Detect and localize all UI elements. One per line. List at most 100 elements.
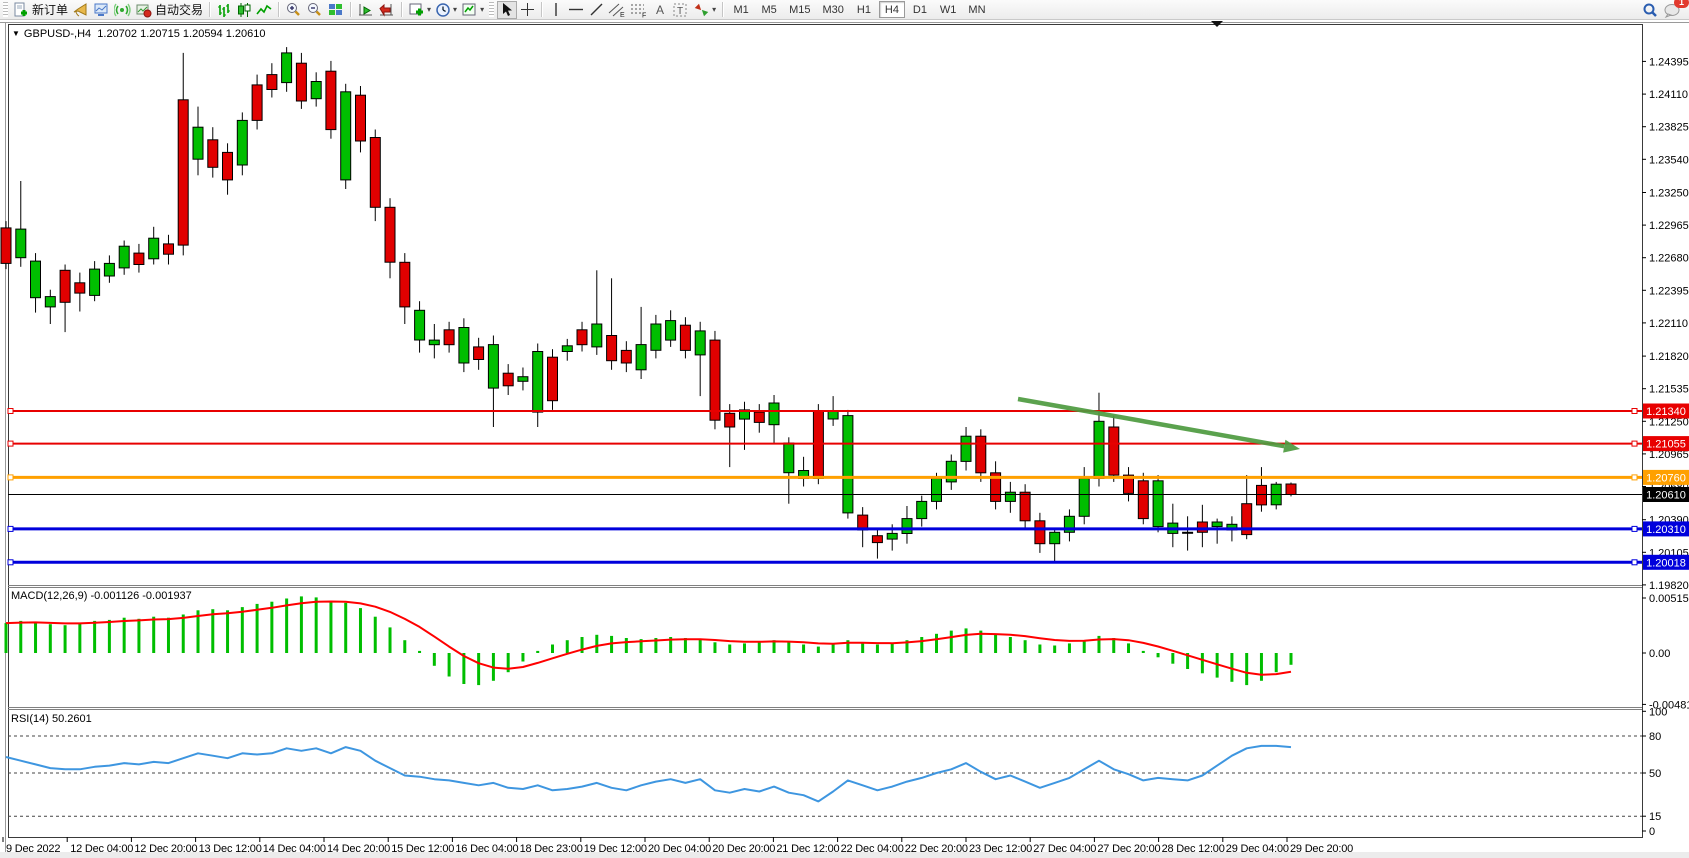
add-indicator-button[interactable]: ▾ [406, 1, 433, 19]
line-mode-button[interactable] [254, 1, 274, 19]
chart-template-button[interactable]: ▾ [459, 1, 486, 19]
chart-window-button[interactable] [91, 1, 112, 19]
svg-text:12 Dec 20:00: 12 Dec 20:00 [134, 843, 197, 855]
chart-canvas[interactable]: 1.243951.241101.238251.235401.232501.229… [0, 20, 1689, 858]
svg-text:20 Dec 20:00: 20 Dec 20:00 [712, 843, 775, 855]
svg-text:1.21055: 1.21055 [1646, 439, 1686, 451]
svg-text:18 Dec 23:00: 18 Dec 23:00 [520, 843, 583, 855]
text-icon: A [653, 2, 668, 17]
svg-text:19 Dec 12:00: 19 Dec 12:00 [584, 843, 647, 855]
horizontal-line-tool-button[interactable] [566, 1, 586, 19]
new-order-icon [13, 2, 29, 18]
arrows-tool-caret-icon: ▾ [712, 5, 716, 14]
autotrading-button[interactable]: 自动交易 [133, 1, 205, 19]
svg-text:16 Dec 04:00: 16 Dec 04:00 [455, 843, 518, 855]
svg-text:F: F [642, 12, 646, 18]
svg-text:12 Dec 04:00: 12 Dec 04:00 [70, 843, 133, 855]
svg-text:15 Dec 12:00: 15 Dec 12:00 [391, 843, 454, 855]
svg-text:22 Dec 20:00: 22 Dec 20:00 [905, 843, 968, 855]
cursor-tool-button[interactable] [497, 1, 517, 19]
svg-text:13 Dec 12:00: 13 Dec 12:00 [199, 843, 262, 855]
svg-text:14 Dec 20:00: 14 Dec 20:00 [327, 843, 390, 855]
svg-text:0: 0 [1649, 826, 1655, 838]
rsi-indicator-label: RSI(14) 50.2601 [11, 713, 92, 725]
svg-text:A: A [656, 3, 664, 17]
macd-indicator-label: MACD(12,26,9) -0.001126 -0.001937 [11, 590, 192, 602]
add-indicator-icon [408, 2, 425, 18]
chart-title-text: GBPUSD-,H4 1.20702 1.20715 1.20594 1.206… [24, 28, 266, 40]
text-label-icon: T [672, 2, 689, 18]
cursor-icon [500, 2, 514, 17]
trendline-tool-button[interactable] [586, 1, 606, 19]
timeframe-d1-button[interactable]: D1 [907, 1, 933, 18]
new-order-button[interactable]: 新订单 [11, 1, 70, 19]
new-order-label: 新订单 [32, 1, 68, 18]
autotrading-icon [135, 2, 152, 18]
svg-text:E: E [620, 12, 625, 18]
fibonacci-tool-button[interactable]: F [628, 1, 650, 19]
signal-icon [114, 2, 131, 18]
signal-button[interactable] [112, 1, 133, 19]
candle-mode-icon [236, 2, 252, 18]
svg-text:1.23540: 1.23540 [1649, 154, 1689, 166]
svg-text:1.20018: 1.20018 [1646, 557, 1686, 569]
chart-template-caret-icon: ▾ [480, 5, 484, 14]
auto-scroll-button[interactable] [355, 1, 376, 19]
chat-button[interactable]: 1 [1661, 1, 1683, 19]
horn-alert-button[interactable] [70, 1, 91, 19]
timeframe-h4-button[interactable]: H4 [879, 1, 905, 18]
svg-text:1.20310: 1.20310 [1646, 524, 1686, 536]
text-tool-button[interactable]: A [650, 1, 670, 19]
period-clock-button[interactable]: ▾ [433, 1, 459, 19]
svg-text:1.22110: 1.22110 [1649, 318, 1688, 330]
svg-text:T: T [677, 6, 683, 17]
zoom-out-button[interactable] [304, 1, 325, 19]
symbol-dropdown-icon[interactable]: ▼ [12, 29, 20, 38]
horizontal-line-icon [568, 2, 584, 17]
chart-window: 1.243951.241101.238251.235401.232501.229… [0, 20, 1689, 858]
svg-text:80: 80 [1649, 731, 1661, 743]
period-clock-caret-icon: ▾ [453, 5, 457, 14]
chart-window-icon [93, 2, 110, 18]
horn-alert-icon [72, 2, 89, 18]
chart-shift-button[interactable] [376, 1, 397, 19]
text-label-tool-button[interactable]: T [670, 1, 691, 19]
timeframe-w1-button[interactable]: W1 [935, 1, 962, 18]
svg-text:50: 50 [1649, 768, 1661, 780]
candle-mode-button[interactable] [234, 1, 254, 19]
timeframe-m15-button[interactable]: M15 [784, 1, 815, 18]
zoom-in-button[interactable] [283, 1, 304, 19]
tile-windows-button[interactable] [325, 1, 346, 19]
svg-text:0.00515: 0.00515 [1649, 593, 1689, 605]
svg-text:20 Dec 04:00: 20 Dec 04:00 [648, 843, 711, 855]
svg-text:1.22680: 1.22680 [1649, 253, 1689, 265]
timeframe-m1-button[interactable]: M1 [728, 1, 754, 18]
svg-text:1.20760: 1.20760 [1646, 472, 1686, 484]
timeframe-m5-button[interactable]: M5 [756, 1, 782, 18]
equidistant-channel-tool-button[interactable]: E [606, 1, 628, 19]
vertical-line-tool-button[interactable] [546, 1, 566, 19]
autotrading-label: 自动交易 [155, 1, 203, 18]
timeframe-m30-button[interactable]: M30 [818, 1, 849, 18]
timeframe-h1-button[interactable]: H1 [851, 1, 877, 18]
svg-text:1.24395: 1.24395 [1649, 56, 1689, 68]
toolbar-grip[interactable] [3, 2, 8, 17]
search-icon [1641, 2, 1659, 18]
svg-text:1.22965: 1.22965 [1649, 220, 1689, 232]
arrows-tool-icon [693, 2, 710, 18]
svg-text:28 Dec 12:00: 28 Dec 12:00 [1162, 843, 1225, 855]
crosshair-tool-button[interactable] [517, 1, 537, 19]
chart-template-icon [461, 2, 478, 18]
main-toolbar: 新订单 自动交易 [0, 0, 1689, 20]
timeframe-mn-button[interactable]: MN [963, 1, 990, 18]
fibonacci-icon: F [630, 2, 648, 18]
zoom-out-icon [306, 2, 323, 18]
arrows-tool-button[interactable]: ▾ [691, 1, 718, 19]
bar-chart-mode-button[interactable] [214, 1, 234, 19]
svg-text:1.23825: 1.23825 [1649, 122, 1689, 134]
chart-title: ▼ GBPUSD-,H4 1.20702 1.20715 1.20594 1.20… [12, 28, 266, 40]
search-button[interactable] [1639, 1, 1661, 19]
svg-text:1.20610: 1.20610 [1646, 490, 1686, 502]
chart-shift-icon [378, 2, 395, 18]
svg-text:9 Dec 2022: 9 Dec 2022 [6, 843, 60, 855]
